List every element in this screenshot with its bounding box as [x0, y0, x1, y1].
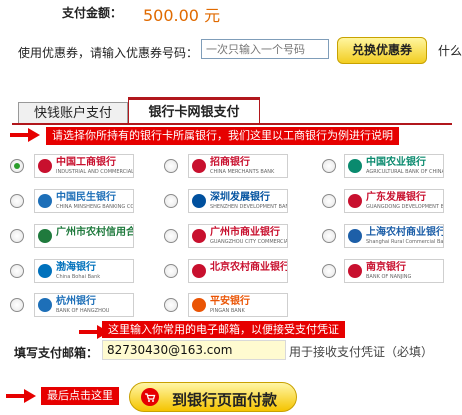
- choose-bank-banner: 请选择你所持有的银行卡所属银行，我们这里以工商银行为例进行说明: [46, 127, 399, 145]
- bank-radio[interactable]: [164, 229, 178, 243]
- bank-name: 广州市商业银行: [210, 227, 280, 238]
- bank-radio[interactable]: [10, 194, 24, 208]
- bank-logo-icon: [192, 159, 206, 173]
- bank-logo[interactable]: 广州市农村信用合作社: [34, 224, 134, 248]
- email-label: 填写支付邮箱：: [14, 346, 99, 360]
- bank-logo[interactable]: 广州市商业银行GUANGZHOU CITY COMMERCIAL BANK: [188, 224, 288, 248]
- bank-name-english: AGRICULTURAL BANK OF CHINA: [366, 169, 444, 175]
- bank-name-english: BANK OF NANJING: [366, 274, 412, 280]
- bank-logo-icon: [348, 264, 362, 278]
- bank-name-english: Shanghai Rural Commercial Bank: [366, 239, 444, 245]
- tab-divider: [12, 123, 452, 125]
- email-field[interactable]: [102, 340, 286, 360]
- coupon-input[interactable]: [201, 39, 329, 59]
- bank-logo-icon: [192, 298, 206, 312]
- bank-name-english: PINGAN BANK: [210, 308, 245, 314]
- bank-logo-icon: [192, 229, 206, 243]
- bank-name: 招商银行: [210, 157, 250, 168]
- bank-radio[interactable]: [322, 229, 336, 243]
- bank-logo[interactable]: 广东发展银行GUANGDONG DEVELOPMENT BANK: [344, 189, 444, 213]
- bank-name: 广州市农村信用合作社: [56, 227, 133, 238]
- bank-radio[interactable]: [10, 298, 24, 312]
- bank-name: 广东发展银行: [366, 192, 426, 203]
- bank-logo[interactable]: 中国工商银行INDUSTRIAL AND COMMERCIAL BANK OF …: [34, 154, 134, 178]
- bank-logo-icon: [348, 194, 362, 208]
- bank-radio[interactable]: [164, 159, 178, 173]
- bank-logo-icon: [38, 229, 52, 243]
- bank-logo-icon: [348, 229, 362, 243]
- bank-logo-icon: [38, 159, 52, 173]
- email-tip-banner: 这里输入你常用的电子邮箱，以便接受支付凭证: [102, 321, 345, 338]
- bank-logo[interactable]: 北京农村商业银行: [188, 259, 288, 283]
- pay-at-bank-label: 到银行页面付款: [172, 391, 278, 409]
- bank-logo[interactable]: 平安银行 PINGAN BANK: [188, 293, 288, 317]
- bank-name-english: China Bohai Bank: [56, 274, 101, 280]
- bank-radio[interactable]: [322, 194, 336, 208]
- coupon-label: 使用优惠券，请输入优惠券号码：: [18, 46, 199, 60]
- bank-name: 中国工商银行: [56, 157, 116, 168]
- bank-logo[interactable]: 深圳发展银行 SHENZHEN DEVELOPMENT BANK: [188, 189, 288, 213]
- bank-logo-icon: [38, 194, 52, 208]
- bank-name: 平安银行: [210, 296, 250, 307]
- bank-logo-icon: [38, 298, 52, 312]
- bank-radio[interactable]: [10, 159, 24, 173]
- bank-logo[interactable]: 杭州银行 BANK OF HANGZHOU: [34, 293, 134, 317]
- bank-name-english: CHINA MERCHANTS BANK: [210, 169, 275, 175]
- bank-name: 中国民生银行: [56, 192, 116, 203]
- shopping-cart-icon: [141, 388, 159, 406]
- bank-logo[interactable]: 招商银行 CHINA MERCHANTS BANK: [188, 154, 288, 178]
- bank-logo[interactable]: 渤海银行 China Bohai Bank: [34, 259, 134, 283]
- payment-amount-value: 500.00 元: [143, 6, 221, 25]
- bank-radio[interactable]: [164, 298, 178, 312]
- bank-logo[interactable]: 中国农业银行 AGRICULTURAL BANK OF CHINA: [344, 154, 444, 178]
- bank-name-english: GUANGDONG DEVELOPMENT BANK: [366, 204, 444, 210]
- arrow-right-icon: [6, 389, 36, 403]
- bank-name-english: BANK OF HANGZHOU: [56, 308, 110, 314]
- bank-logo-icon: [192, 264, 206, 278]
- bank-radio[interactable]: [10, 264, 24, 278]
- bank-name: 南京银行: [366, 262, 406, 273]
- final-click-banner: 最后点击这里: [41, 387, 119, 405]
- pay-at-bank-button[interactable]: 到银行页面付款: [129, 382, 297, 412]
- bank-name: 渤海银行: [56, 262, 96, 273]
- more-link[interactable]: 什么: [438, 42, 462, 59]
- bank-logo[interactable]: 上海农村商业银行 Shanghai Rural Commercial Bank: [344, 224, 444, 248]
- arrow-right-icon: [10, 128, 40, 142]
- bank-name-english: CHINA MINSHENG BANKING CORP., LTD: [56, 204, 134, 210]
- payment-amount-label: 支付金额：: [62, 6, 123, 20]
- bank-name-english: GUANGZHOU CITY COMMERCIAL BANK: [210, 239, 288, 245]
- email-hint: 用于接收支付凭证（必填）: [289, 345, 434, 359]
- bank-name: 杭州银行: [56, 296, 96, 307]
- tab-bank-card-online[interactable]: 银行卡网银支付: [128, 97, 260, 123]
- bank-name: 上海农村商业银行: [366, 227, 444, 238]
- bank-name: 北京农村商业银行: [210, 262, 288, 273]
- bank-radio[interactable]: [164, 264, 178, 278]
- bank-radio[interactable]: [10, 229, 24, 243]
- bank-name-english: SHENZHEN DEVELOPMENT BANK: [210, 204, 288, 210]
- redeem-coupon-button[interactable]: 兑换优惠券: [337, 37, 427, 64]
- bank-name-english: INDUSTRIAL AND COMMERCIAL BANK OF CHINA: [56, 169, 134, 175]
- bank-logo[interactable]: 中国民生银行CHINA MINSHENG BANKING CORP., LTD: [34, 189, 134, 213]
- bank-logo-icon: [38, 264, 52, 278]
- bank-logo-icon: [192, 194, 206, 208]
- bank-logo[interactable]: 南京银行 BANK OF NANJING: [344, 259, 444, 283]
- bank-name: 中国农业银行: [366, 157, 426, 168]
- bank-radio[interactable]: [322, 159, 336, 173]
- bank-radio[interactable]: [164, 194, 178, 208]
- bank-name: 深圳发展银行: [210, 192, 270, 203]
- tab-kuaiqian-account[interactable]: 快钱账户支付: [18, 102, 128, 124]
- bank-radio[interactable]: [322, 264, 336, 278]
- bank-logo-icon: [348, 159, 362, 173]
